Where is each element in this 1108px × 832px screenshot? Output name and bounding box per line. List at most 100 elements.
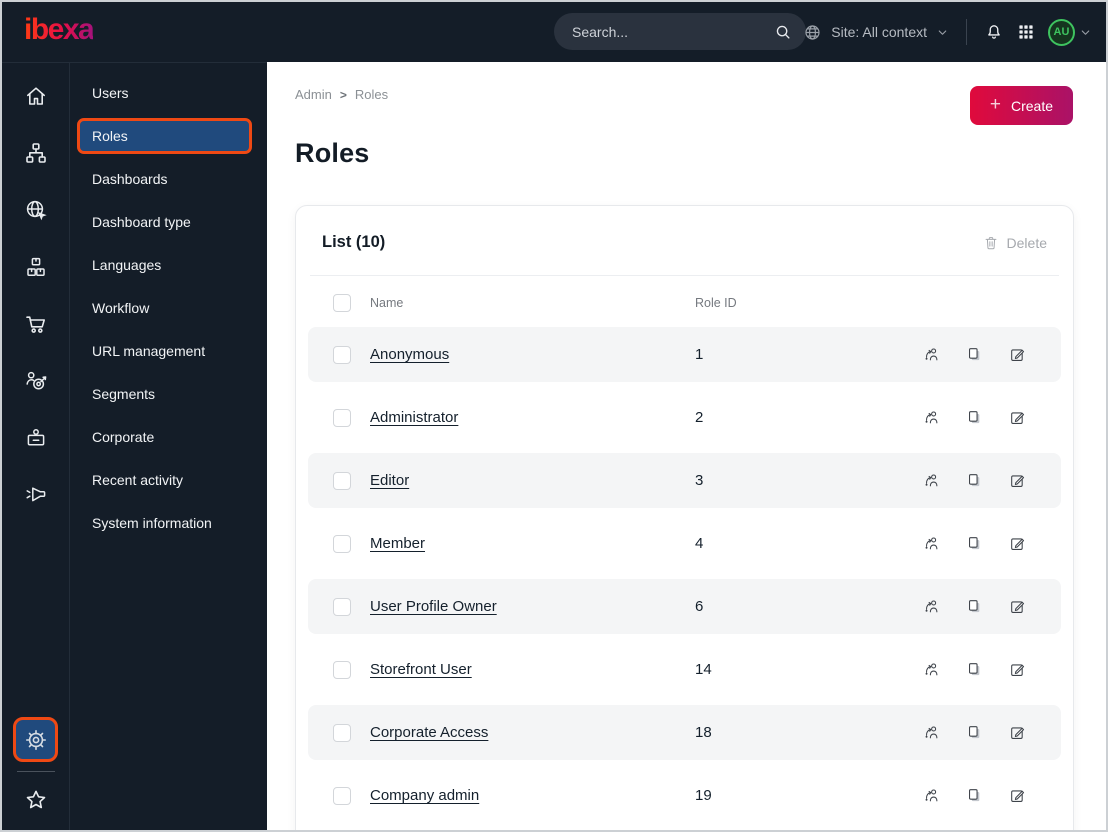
sidebar-item-dashboards[interactable]: Dashboards [70, 161, 267, 197]
trash-icon [983, 235, 999, 251]
sidebar-item-roles[interactable]: Roles [77, 118, 252, 154]
row-checkbox[interactable] [333, 660, 351, 679]
sidebar-item-dashboard-type[interactable]: Dashboard type [70, 204, 267, 240]
sidebar-item-workflow[interactable]: Workflow [70, 290, 267, 326]
admin-sidebar: Users Roles Dashboards Dashboard type La… [70, 62, 267, 830]
assign-user-icon[interactable] [923, 661, 940, 678]
role-id-value: 2 [695, 409, 704, 426]
sidebar-item-recent-activity[interactable]: Recent activity [70, 462, 267, 498]
row-checkbox[interactable] [333, 408, 351, 427]
edit-icon[interactable] [1009, 724, 1026, 741]
edit-icon[interactable] [1009, 535, 1026, 552]
assign-user-icon[interactable] [923, 724, 940, 741]
edit-icon[interactable] [1009, 472, 1026, 489]
search-input[interactable] [572, 23, 774, 40]
delete-button[interactable]: Delete [983, 235, 1047, 251]
select-all-checkbox[interactable] [333, 294, 351, 312]
row-checkbox[interactable] [333, 723, 351, 742]
user-menu[interactable]: AU [1048, 18, 1092, 46]
row-checkbox[interactable] [333, 534, 351, 553]
role-name-link[interactable]: Editor [370, 472, 695, 489]
row-actions [923, 787, 1036, 804]
breadcrumb-roles[interactable]: Roles [355, 87, 388, 102]
copy-icon[interactable] [966, 598, 983, 615]
create-button[interactable]: + Create [969, 86, 1073, 125]
rail-item-marketing[interactable] [2, 466, 69, 523]
icon-rail [2, 62, 70, 830]
assign-user-icon[interactable] [923, 409, 940, 426]
rail-item-corporate[interactable] [2, 409, 69, 466]
rail-divider [16, 771, 55, 772]
chevron-down-icon [1079, 26, 1092, 39]
rail-item-product-catalog[interactable] [2, 238, 69, 295]
sidebar-item-users[interactable]: Users [70, 75, 267, 111]
assign-user-icon[interactable] [923, 598, 940, 615]
row-actions [923, 598, 1036, 615]
edit-icon[interactable] [1009, 598, 1026, 615]
sidebar-item-system-information[interactable]: System information [70, 505, 267, 541]
rail-item-content-tree[interactable] [2, 124, 69, 181]
role-id-value: 1 [695, 346, 704, 363]
search-icon[interactable] [774, 23, 792, 41]
role-name-link[interactable]: User Profile Owner [370, 598, 695, 615]
copy-icon[interactable] [966, 787, 983, 804]
role-id-value: 6 [695, 598, 704, 615]
badge-icon [24, 426, 48, 450]
global-search[interactable] [554, 13, 806, 50]
delete-button-label: Delete [1006, 234, 1047, 251]
role-name-link[interactable]: Storefront User [370, 661, 695, 678]
column-header-role-id: Role ID [695, 296, 737, 310]
role-name-link[interactable]: Member [370, 535, 695, 552]
copy-icon[interactable] [966, 724, 983, 741]
assign-user-icon[interactable] [923, 472, 940, 489]
row-checkbox[interactable] [333, 597, 351, 616]
site-context-selector[interactable]: Site: All context [803, 23, 949, 42]
list-header: List (10) Delete [308, 206, 1061, 275]
star-icon [24, 788, 48, 812]
cart-icon [24, 312, 48, 336]
sidebar-item-corporate[interactable]: Corporate [70, 419, 267, 455]
table-header: Name Role ID [308, 276, 1061, 327]
assign-user-icon[interactable] [923, 346, 940, 363]
breadcrumb-admin[interactable]: Admin [295, 87, 332, 102]
copy-icon[interactable] [966, 409, 983, 426]
notifications-button[interactable] [984, 22, 1004, 42]
apps-grid-button[interactable] [1017, 23, 1035, 41]
rail-item-admin-active[interactable] [13, 717, 58, 762]
role-name-link[interactable]: Company admin [370, 787, 695, 804]
sidebar-item-url-management[interactable]: URL management [70, 333, 267, 369]
rail-item-home[interactable] [2, 67, 69, 124]
copy-icon[interactable] [966, 535, 983, 552]
sidebar-item-languages[interactable]: Languages [70, 247, 267, 283]
row-checkbox[interactable] [333, 786, 351, 805]
row-actions [923, 661, 1036, 678]
table-row: Editor 3 [308, 453, 1061, 508]
edit-icon[interactable] [1009, 661, 1026, 678]
create-button-label: Create [1010, 97, 1053, 114]
copy-icon[interactable] [966, 472, 983, 489]
top-bar: ibexa Site: All context AU [2, 2, 1106, 62]
table-row: Storefront User 14 [308, 642, 1061, 697]
table-row: Company admin 19 [308, 768, 1061, 823]
rail-item-site[interactable] [2, 181, 69, 238]
edit-icon[interactable] [1009, 346, 1026, 363]
copy-icon[interactable] [966, 346, 983, 363]
edit-icon[interactable] [1009, 787, 1026, 804]
table-row: Member 4 [308, 516, 1061, 571]
assign-user-icon[interactable] [923, 787, 940, 804]
role-name-link[interactable]: Corporate Access [370, 724, 695, 741]
assign-user-icon[interactable] [923, 535, 940, 552]
copy-icon[interactable] [966, 661, 983, 678]
rail-item-bookmarks[interactable] [13, 776, 58, 824]
sidebar-item-segments[interactable]: Segments [70, 376, 267, 412]
row-checkbox[interactable] [333, 345, 351, 364]
rail-item-personalization[interactable] [2, 352, 69, 409]
ibexa-logo[interactable]: ibexa [24, 13, 95, 47]
megaphone-icon [24, 483, 48, 507]
rail-item-commerce[interactable] [2, 295, 69, 352]
role-name-link[interactable]: Anonymous [370, 346, 695, 363]
edit-icon[interactable] [1009, 409, 1026, 426]
role-name-link[interactable]: Administrator [370, 409, 695, 426]
row-checkbox[interactable] [333, 471, 351, 490]
table-row: Anonymous 1 [308, 327, 1061, 382]
